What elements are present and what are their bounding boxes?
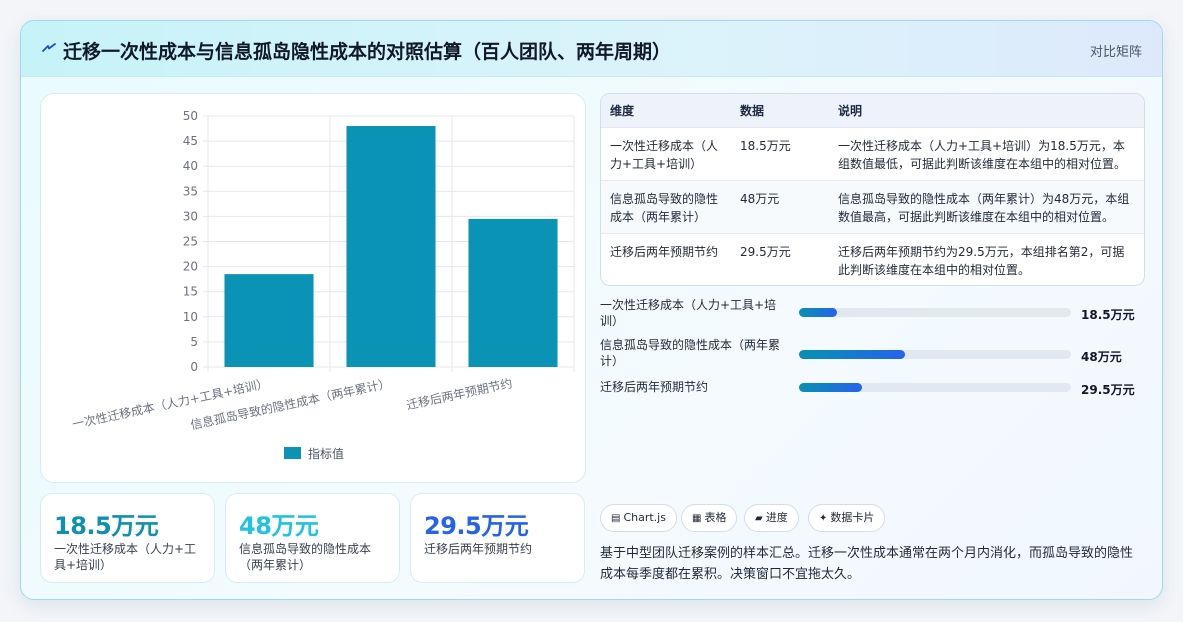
table-header-value: 数据 [740,103,765,118]
progress-track [799,308,1071,317]
progress-track [799,350,1071,359]
progress-fill [799,308,838,317]
legend-swatch [284,447,301,459]
bar [468,218,558,367]
table-row: 信息孤岛导致的隐性成本（两年累计） 48万元 信息孤岛导致的隐性成本（两年累计）… [601,180,1144,233]
table-icon: ▦ [692,513,702,524]
chip-progress[interactable]: ▰ 进度 [744,504,799,532]
y-tick-label: 45 [183,134,198,148]
card-header: 迁移一次性成本与信息孤岛隐性成本的对照估算（百人团队、两年周期） 对比矩阵 [21,21,1162,77]
page-title: 迁移一次性成本与信息孤岛隐性成本的对照估算（百人团队、两年周期） [63,41,672,63]
chip-label: Chart.js [623,511,666,524]
progress-list: 一次性迁移成本（人力+工具+培训） 18.5万元 信息孤岛导致的隐性成本（两年累… [600,297,1145,397]
y-tick-label: 15 [183,285,198,299]
x-tick-label: 一次性迁移成本（人力+工具+培训） [71,375,270,431]
kpi-card-silo-cost: 48万元 信息孤岛导致的隐性成本（两年累计） [225,493,400,583]
y-tick-label: 30 [183,209,198,223]
table-cell-dimension: 一次性迁移成本（人力+工具+培训） [610,138,719,171]
chip-chartjs[interactable]: ▤ Chart.js [600,504,677,532]
progress-row: 迁移后两年预期节约 29.5万元 [600,379,1145,415]
table-cell-value: 48万元 [740,191,780,206]
table-cell-description: 一次性迁移成本（人力+工具+培训）为18.5万元，本组数值最低，可据此判断该维度… [838,138,1127,171]
legend-label: 指标值 [308,446,344,461]
x-tick-label: 信息孤岛导致的隐性成本（两年累计） [189,375,392,432]
progress-row: 一次性迁移成本（人力+工具+培训） 18.5万元 [600,297,1145,333]
progress-label: 一次性迁移成本（人力+工具+培训） [600,298,777,328]
chart-icon: ▤ [611,513,621,524]
y-tick-label: 10 [183,310,198,324]
view-tag[interactable]: 对比矩阵 [1090,41,1142,60]
data-table-panel: 维度 数据 说明 一次性迁移成本（人力+工具+培训） 18.5万元 一次性迁移成… [600,93,1145,286]
lightning-icon [42,43,56,52]
progress-value: 29.5万元 [1081,383,1135,397]
y-tick-label: 40 [183,159,198,173]
y-tick-label: 20 [183,260,198,274]
y-tick-label: 50 [183,109,198,123]
y-tick-label: 0 [190,360,198,374]
kpi-label: 信息孤岛导致的隐性成本（两年累计） [239,542,372,572]
table-header-row: 维度 数据 说明 [601,94,1144,127]
kpi-card-migration-cost: 18.5万元 一次性迁移成本（人力+工具+培训） [40,493,215,583]
bar-chart: 0 5 10 15 20 25 30 35 40 45 50 一次性迁移成本（人力+工具+培训）信息孤… [71,109,575,461]
table-header-dimension: 维度 [610,103,635,118]
progress-fill [799,383,862,392]
chip-label: 表格 [704,511,727,524]
y-tick-label: 5 [190,335,198,349]
summary-text: 基于中型团队迁移案例的样本汇总。迁移一次性成本通常在两个月内消化，而孤岛导致的隐… [600,546,1134,582]
main-card: 迁移一次性成本与信息孤岛隐性成本的对照估算（百人团队、两年周期） 对比矩阵 0 5… [20,20,1163,600]
table-header-description: 说明 [838,103,863,118]
bar [224,274,314,367]
table-row: 迁移后两年预期节约 29.5万元 迁移后两年预期节约为29.5万元，本组排名第2… [601,233,1144,285]
y-tick-label: 25 [183,235,198,249]
table-cell-description: 迁移后两年预期节约为29.5万元，本组排名第2，可据此判断该维度在本组中的相对位… [838,244,1125,277]
bar [346,126,436,367]
progress-icon: ▰ [755,513,763,524]
table-cell-description: 信息孤岛导致的隐性成本（两年累计）为48万元，本组数值最高，可据此判断该维度在本… [838,191,1130,224]
table-row: 一次性迁移成本（人力+工具+培训） 18.5万元 一次性迁移成本（人力+工具+培… [601,127,1144,180]
chip-table[interactable]: ▦ 表格 [681,504,738,532]
data-table: 维度 数据 说明 一次性迁移成本（人力+工具+培训） 18.5万元 一次性迁移成… [601,94,1144,285]
kpi-label: 一次性迁移成本（人力+工具+培训） [54,542,197,572]
chip-label: 数据卡片 [830,511,875,524]
progress-label: 迁移后两年预期节约 [600,380,709,394]
kpi-value: 29.5万元 [424,512,529,540]
progress-track [799,383,1071,392]
progress-value: 18.5万元 [1081,308,1135,322]
progress-label: 信息孤岛导致的隐性成本（两年累计） [600,338,781,368]
progress-value: 48万元 [1081,350,1122,364]
y-tick-label: 35 [183,184,198,198]
table-cell-dimension: 迁移后两年预期节约 [610,244,719,259]
progress-row: 信息孤岛导致的隐性成本（两年累计） 48万元 [600,337,1145,373]
kpi-card-savings: 29.5万元 迁移后两年预期节约 [410,493,585,583]
sparkle-icon: ✦ [819,513,828,524]
progress-fill [799,350,906,359]
chip-data-card[interactable]: ✦ 数据卡片 [808,504,886,532]
table-cell-value: 18.5万元 [740,138,791,153]
chip-label: 进度 [765,511,788,524]
kpi-label: 迁移后两年预期节约 [424,542,533,556]
table-cell-value: 29.5万元 [740,244,791,259]
kpi-value: 18.5万元 [54,512,159,540]
table-cell-dimension: 信息孤岛导致的隐性成本（两年累计） [610,191,719,224]
bar-chart-panel: 0 5 10 15 20 25 30 35 40 45 50 一次性迁移成本（人力+工具+培训） 信息孤… [40,93,586,483]
x-tick-label: 迁移后两年预期节约 [405,375,514,412]
kpi-value: 48万元 [239,512,319,540]
